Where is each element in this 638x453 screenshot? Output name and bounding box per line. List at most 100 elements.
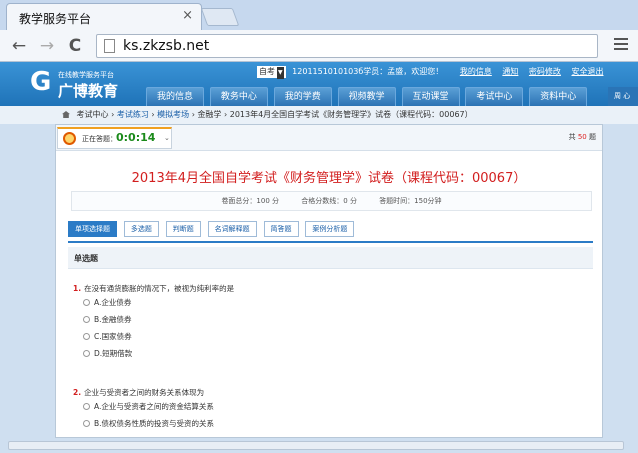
radio-button[interactable] xyxy=(83,350,90,357)
tab-multiple-choice[interactable]: 多选题 xyxy=(123,221,159,237)
hamburger-menu-icon[interactable] xyxy=(614,38,628,50)
option-a[interactable]: A.企业债券 xyxy=(73,297,573,314)
option-d[interactable]: D.短期借款 xyxy=(73,348,573,365)
option-c[interactable]: C.国家债券 xyxy=(73,331,573,348)
option-a[interactable]: A.企业与受资者之间的资金结算关系 xyxy=(73,401,573,418)
tabs-underline xyxy=(68,241,593,243)
exam-panel: 正在答题： 0:0:14 ⌄ 共 50 题 2013年4月全国自学考试《财务管理… xyxy=(55,124,603,438)
back-arrow-icon[interactable]: ← xyxy=(8,35,30,57)
nav-tab-tuition[interactable]: 我的学费 xyxy=(273,87,332,106)
link-my-info[interactable]: 我的信息 xyxy=(460,66,492,78)
link-logout[interactable]: 安全退出 xyxy=(571,66,603,78)
close-icon[interactable]: × xyxy=(182,8,193,23)
question-item: 1. 在没有通货膨胀的情况下，被视为纯利率的是 A.企业债券 B.金融债券 C.国… xyxy=(73,283,573,365)
user-bar: 自考 ▼ 1201151010103б学员：孟盛，欢迎您！ 我的信息 通知 密码修… xyxy=(257,66,603,79)
radio-button[interactable] xyxy=(83,420,90,427)
breadcrumb: 考试中心 › 考试练习 › 模拟考场 › 金融学 › 2013年4月全国自学考试… xyxy=(0,106,638,124)
tab-single-choice[interactable]: 单项选择题 xyxy=(68,221,117,237)
question-text: 1. 在没有通货膨胀的情况下，被视为纯利率的是 xyxy=(73,283,573,297)
section-header: 单选题 xyxy=(68,247,593,269)
option-b[interactable]: B.金融债券 xyxy=(73,314,573,331)
section-title: 单选题 xyxy=(74,254,98,263)
total-score: 卷面总分：100 分 xyxy=(221,197,280,205)
option-label: B.金融债券 xyxy=(94,315,132,324)
browser-tab[interactable]: 教学服务平台 × xyxy=(6,3,202,30)
link-change-password[interactable]: 密码修改 xyxy=(529,66,561,78)
page-icon xyxy=(104,39,115,53)
question-text: 2. 企业与受资者之间的财务关系体现为 xyxy=(73,387,573,401)
url-text[interactable]: ks.zkzsb.net xyxy=(123,38,209,54)
option-label: A.企业债券 xyxy=(94,298,132,307)
chevron-down-icon[interactable]: ⌄ xyxy=(164,134,170,142)
option-label: D.短期借款 xyxy=(94,349,133,358)
nav-tab-resources[interactable]: 资料中心 xyxy=(529,87,588,106)
reload-icon[interactable]: C xyxy=(64,35,86,57)
option-label: C.国家债券 xyxy=(94,332,132,341)
link-notice[interactable]: 通知 xyxy=(502,66,518,78)
radio-button[interactable] xyxy=(83,403,90,410)
side-tab[interactable]: 周 心 xyxy=(608,87,638,106)
tab-terms[interactable]: 名词解释题 xyxy=(207,221,257,237)
option-label: B.债权债务性质的投资与受资的关系 xyxy=(94,419,215,428)
horizontal-scrollbar[interactable] xyxy=(8,441,624,450)
welcome-text: 1201151010103б学员：孟盛，欢迎您！ xyxy=(292,67,444,76)
chevron-down-icon: ▼ xyxy=(277,67,284,79)
breadcrumb-subject[interactable]: 金融学 xyxy=(197,110,221,119)
tab-case-analysis[interactable]: 案例分析题 xyxy=(305,221,355,237)
time-limit: 答题时间：150分钟 xyxy=(379,197,442,205)
nav-tab-classroom[interactable]: 互动课堂 xyxy=(401,87,460,106)
exam-title: 2013年4月全国自学考试《财务管理学》试卷（课程代码：00067） xyxy=(131,171,527,186)
timer-box[interactable]: 正在答题： 0:0:14 ⌄ xyxy=(57,127,172,149)
option-label: A.企业与受资者之间的资金结算关系 xyxy=(94,402,214,411)
breadcrumb-separator: › xyxy=(111,110,115,119)
radio-button[interactable] xyxy=(83,299,90,306)
breadcrumb-practice[interactable]: 考试练习 xyxy=(117,110,149,119)
logo-subtitle: 在线教学服务平台 xyxy=(58,71,114,79)
pass-score: 合格分数线：0 分 xyxy=(301,197,357,205)
mode-select[interactable]: 自考 ▼ xyxy=(257,66,286,79)
question-stem: 企业与受资者之间的财务关系体现为 xyxy=(84,388,205,397)
breadcrumb-separator: › xyxy=(223,110,228,119)
mode-select-value: 自考 xyxy=(259,67,275,76)
breadcrumb-items: 考试中心 › 考试练习 › 模拟考场 › 金融学 › 2013年4月全国自学考试… xyxy=(62,109,473,120)
question-number: 1. xyxy=(73,284,82,293)
site-logo[interactable]: G 在线教学服务平台 广博教育 xyxy=(30,66,150,102)
exam-meta: 卷面总分：100 分 合格分数线：0 分 答题时间：150分钟 xyxy=(71,191,592,211)
nav-tab-my-info[interactable]: 我的信息 xyxy=(146,87,204,106)
forward-arrow-icon[interactable]: → xyxy=(36,35,58,57)
question-type-tabs: 单项选择题 多选题 判断题 名词解释题 简答题 案例分析题 xyxy=(68,221,358,237)
count-prefix: 共 xyxy=(568,133,576,141)
main-nav: 我的信息 教务中心 我的学费 视频教学 互动课堂 考试中心 资料中心 xyxy=(146,87,590,106)
question-count: 共 50 题 xyxy=(569,132,596,142)
site-header: G 在线教学服务平台 广博教育 自考 ▼ 1201151010103б学员：孟盛，… xyxy=(0,62,638,106)
breadcrumb-current: 2013年4月全国自学考试《财务管理学》试卷（课程代码：00067） xyxy=(229,110,473,119)
count-suffix: 题 xyxy=(589,133,596,141)
address-bar[interactable]: ks.zkzsb.net xyxy=(96,34,598,58)
bottom-strip xyxy=(0,438,638,453)
radio-button[interactable] xyxy=(83,316,90,323)
option-b[interactable]: B.债权债务性质的投资与受资的关系 xyxy=(73,418,573,435)
breadcrumb-separator: › xyxy=(191,110,195,119)
timer-bar: 正在答题： 0:0:14 ⌄ 共 50 题 xyxy=(56,125,602,151)
nav-tab-academic[interactable]: 教务中心 xyxy=(209,87,268,106)
question-number: 2. xyxy=(73,388,82,397)
alarm-clock-icon xyxy=(63,132,76,145)
new-tab-button[interactable] xyxy=(200,8,240,26)
browser-tab-bar: 教学服务平台 × xyxy=(0,0,638,30)
tab-title: 教学服务平台 xyxy=(19,12,92,26)
breadcrumb-mock-exam[interactable]: 模拟考场 xyxy=(157,110,189,119)
count-number: 50 xyxy=(577,133,587,141)
nav-tab-exam[interactable]: 考试中心 xyxy=(465,87,524,106)
tab-short-answer[interactable]: 简答题 xyxy=(263,221,299,237)
radio-button[interactable] xyxy=(83,333,90,340)
tab-true-false[interactable]: 判断题 xyxy=(165,221,201,237)
question-stem: 在没有通货膨胀的情况下，被视为纯利率的是 xyxy=(84,284,235,293)
logo-name: 广博教育 xyxy=(58,82,119,100)
nav-tab-video[interactable]: 视频教学 xyxy=(337,87,396,106)
breadcrumb-exam-center[interactable]: 考试中心 xyxy=(77,110,109,119)
timer-label: 正在答题： xyxy=(82,135,117,143)
question-item: 2. 企业与受资者之间的财务关系体现为 A.企业与受资者之间的资金结算关系 B.债… xyxy=(73,387,573,435)
logo-g-icon: G xyxy=(30,67,52,97)
home-icon xyxy=(62,111,70,118)
timer-value: 0:0:14 xyxy=(116,131,156,144)
